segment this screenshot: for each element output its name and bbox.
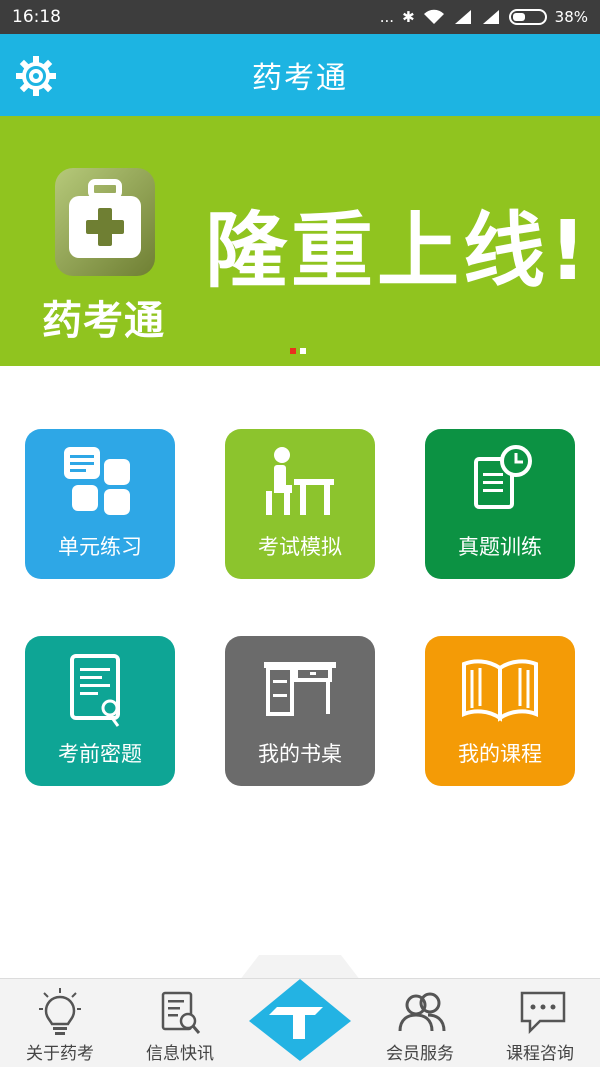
tab-label: 课程咨询 — [506, 1044, 574, 1064]
book-icon — [462, 659, 538, 722]
tile-secret-questions[interactable]: 考前密题 — [25, 636, 175, 786]
page-title: 药考通 — [252, 61, 348, 96]
tab-about[interactable]: 关于药考 — [0, 979, 120, 1067]
tile-label: 单元练习 — [58, 535, 142, 559]
tile-unit-practice[interactable]: 单元练习 — [25, 429, 175, 579]
tile-label: 我的课程 — [458, 742, 542, 766]
status-icons: ... ✱ 38% — [380, 8, 588, 26]
lightbulb-icon — [39, 988, 81, 1035]
carousel-dot[interactable] — [300, 348, 306, 354]
tile-label: 考前密题 — [58, 742, 142, 766]
tile-label: 考试模拟 — [258, 535, 342, 559]
tile-past-papers[interactable]: 真题训练 — [425, 429, 575, 579]
cell-signal-icon-2 — [482, 10, 499, 24]
battery-icon — [508, 9, 547, 25]
carousel-dots — [290, 348, 306, 354]
tab-members[interactable]: 会员服务 — [360, 979, 480, 1067]
wifi-icon — [423, 9, 444, 24]
tab-news[interactable]: 信息快讯 — [120, 979, 240, 1067]
chat-icon — [520, 991, 566, 1035]
cell-signal-icon — [454, 10, 471, 24]
tab-label: 信息快讯 — [146, 1044, 214, 1064]
tab-label: 会员服务 — [386, 1044, 454, 1064]
title-bar: 药考通 — [0, 34, 600, 116]
tile-label: 真题训练 — [458, 535, 542, 559]
unit-practice-icon — [64, 447, 130, 515]
gear-icon[interactable] — [14, 54, 58, 98]
banner-logo-text: 药考通 — [42, 298, 165, 344]
exam-simulation-icon — [266, 447, 334, 515]
secret-questions-icon — [70, 654, 120, 727]
bluetooth-icon: ✱ — [402, 8, 415, 26]
tile-my-courses[interactable]: 我的课程 — [425, 636, 575, 786]
center-home-button[interactable] — [245, 975, 355, 1063]
tab-course-consult[interactable]: 课程咨询 — [480, 979, 600, 1067]
medical-kit-icon — [55, 168, 155, 276]
desk-icon — [264, 662, 336, 716]
tile-exam-simulation[interactable]: 考试模拟 — [225, 429, 375, 579]
tab-label: 关于药考 — [26, 1044, 94, 1064]
signal-dots: ... — [379, 8, 395, 26]
past-papers-icon — [474, 445, 532, 509]
status-bar: 16:18 ... ✱ 38% — [0, 0, 600, 34]
battery-percent: 38% — [554, 8, 588, 26]
tile-my-desk[interactable]: 我的书桌 — [225, 636, 375, 786]
banner-slogan: 隆重上线! — [205, 204, 591, 299]
diamond-logo-icon — [249, 979, 351, 1061]
feature-grid: 单元练习 考试模拟 真题训练 考前密题 我的书桌 我的课程 — [0, 366, 600, 946]
tile-label: 我的书桌 — [258, 742, 342, 766]
carousel-dot-active[interactable] — [290, 348, 296, 354]
banner[interactable]: 药考通 隆重上线! — [0, 116, 600, 366]
status-time: 16:18 — [12, 7, 61, 27]
members-icon — [398, 992, 446, 1032]
news-search-icon — [161, 991, 201, 1034]
